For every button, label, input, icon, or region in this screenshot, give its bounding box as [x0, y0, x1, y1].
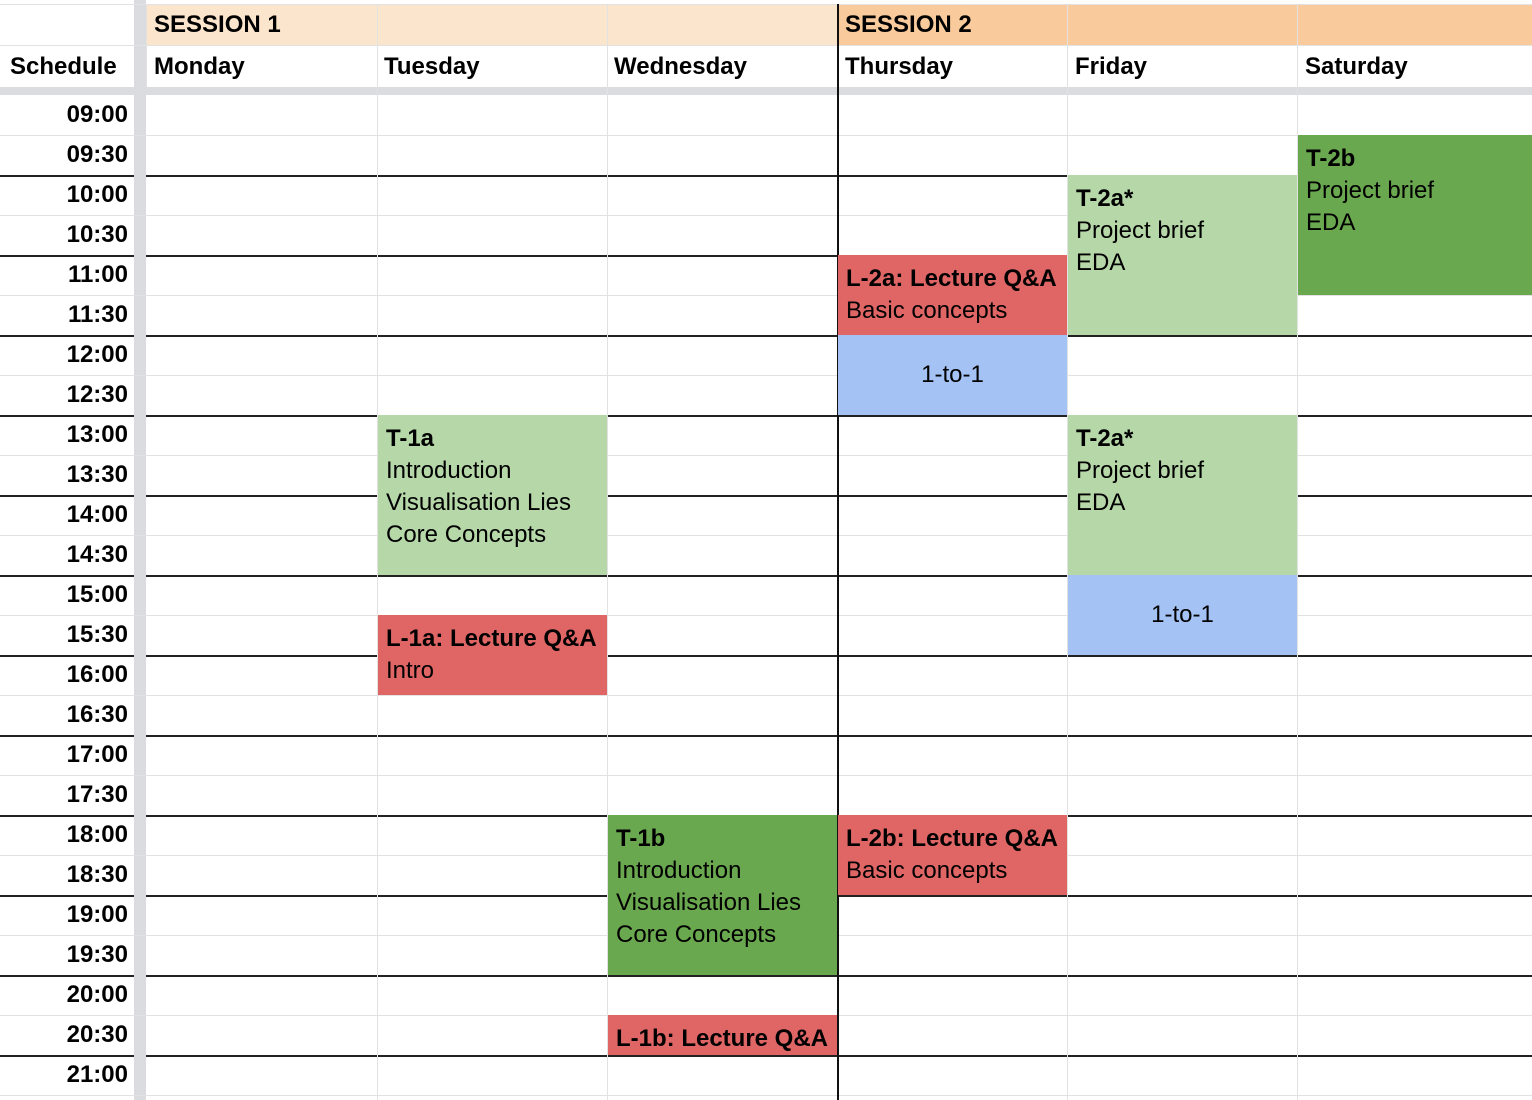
day-header-wednesday[interactable]: Wednesday	[614, 47, 747, 87]
time-label[interactable]: 19:30	[0, 935, 128, 975]
time-label[interactable]: 13:00	[0, 415, 128, 455]
time-label[interactable]: 16:00	[0, 655, 128, 695]
time-label[interactable]: 14:30	[0, 535, 128, 575]
day-header-friday[interactable]: Friday	[1075, 47, 1147, 87]
time-label[interactable]: 15:30	[0, 615, 128, 655]
session-2-label[interactable]: SESSION 2	[845, 5, 972, 45]
schedule-corner-label[interactable]: Schedule	[10, 47, 117, 87]
day-header-monday[interactable]: Monday	[154, 47, 245, 87]
time-label[interactable]: 20:30	[0, 1015, 128, 1055]
time-label[interactable]: 11:00	[0, 255, 128, 295]
header-and-time-labels: SESSION 1 SESSION 2 Schedule Monday Tues…	[0, 0, 1532, 1100]
time-label[interactable]: 10:30	[0, 215, 128, 255]
time-label[interactable]: 18:00	[0, 815, 128, 855]
day-header-saturday[interactable]: Saturday	[1305, 47, 1408, 87]
time-label[interactable]: 17:30	[0, 775, 128, 815]
time-label[interactable]: 18:30	[0, 855, 128, 895]
day-header-thursday[interactable]: Thursday	[845, 47, 953, 87]
time-label[interactable]: 11:30	[0, 295, 128, 335]
time-label[interactable]: 09:30	[0, 135, 128, 175]
time-label[interactable]: 15:00	[0, 575, 128, 615]
schedule-spreadsheet: T-2b Project brief EDA T-2a* Project brief ED…	[0, 0, 1532, 1100]
time-label[interactable]: 09:00	[0, 95, 128, 135]
time-label[interactable]: 17:00	[0, 735, 128, 775]
time-label[interactable]: 20:00	[0, 975, 128, 1015]
session-1-label[interactable]: SESSION 1	[154, 5, 281, 45]
time-label[interactable]: 16:30	[0, 695, 128, 735]
time-label[interactable]: 10:00	[0, 175, 128, 215]
time-label[interactable]: 13:30	[0, 455, 128, 495]
time-label[interactable]: 19:00	[0, 895, 128, 935]
day-header-tuesday[interactable]: Tuesday	[384, 47, 480, 87]
time-label[interactable]: 12:00	[0, 335, 128, 375]
time-label[interactable]: 14:00	[0, 495, 128, 535]
time-label[interactable]: 21:00	[0, 1055, 128, 1095]
time-label[interactable]: 12:30	[0, 375, 128, 415]
